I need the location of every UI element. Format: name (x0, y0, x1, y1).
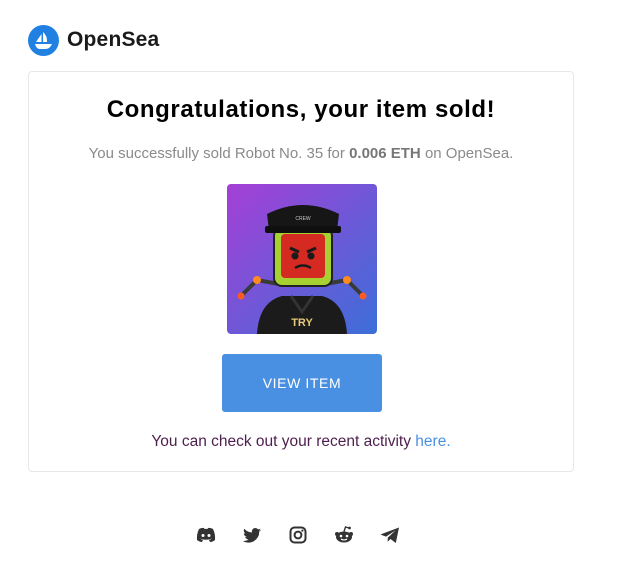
sale-summary-prefix: You successfully sold Robot No. 35 for (88, 145, 350, 162)
opensea-logo-icon[interactable] (28, 24, 59, 56)
email-card: Congratulations, your item sold! You suc… (28, 71, 574, 472)
instagram-icon[interactable] (287, 524, 309, 546)
reddit-icon[interactable] (333, 524, 355, 546)
sale-price: 0.006 ETH (349, 145, 421, 162)
header: OpenSea (28, 24, 159, 56)
view-item-button[interactable]: VIEW ITEM (222, 354, 382, 412)
svg-text:CREW: CREW (295, 216, 311, 222)
sale-summary-suffix: on OpenSea. (420, 145, 514, 162)
social-links (195, 524, 401, 546)
discord-icon[interactable] (195, 524, 217, 546)
twitter-icon[interactable] (241, 524, 263, 546)
brand-name[interactable]: OpenSea (67, 28, 159, 52)
activity-link[interactable]: here. (415, 433, 450, 450)
robot-nft-image[interactable]: TRY CREW (227, 184, 377, 334)
activity-text-main: You can check out your recent activity (151, 433, 416, 450)
page-title: Congratulations, your item sold! (106, 96, 496, 123)
activity-text: You can check out your recent activity h… (29, 433, 573, 451)
svg-text:TRY: TRY (291, 317, 313, 329)
telegram-icon[interactable] (379, 524, 401, 546)
sale-summary: You successfully sold Robot No. 35 for 0… (29, 145, 573, 162)
